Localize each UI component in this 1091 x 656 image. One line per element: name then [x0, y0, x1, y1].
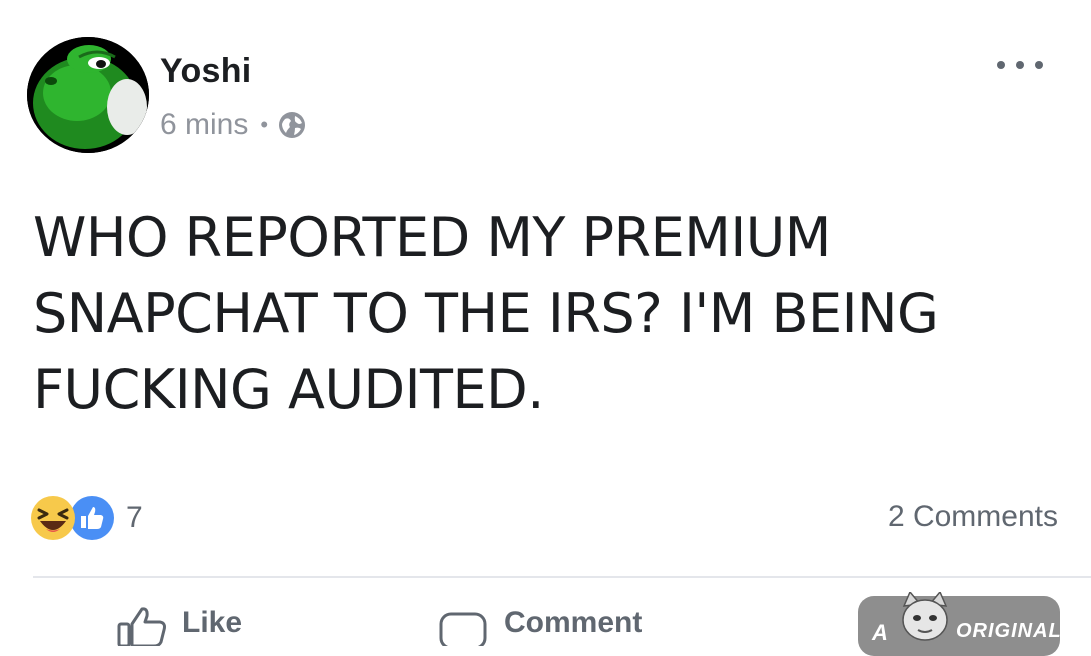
haha-reaction-icon — [30, 495, 76, 541]
comments-count[interactable]: 2 Comments — [888, 500, 1058, 534]
yoshi-avatar-image — [27, 37, 149, 153]
post-timestamp[interactable]: 6 mins — [160, 108, 248, 142]
globe-icon[interactable] — [277, 110, 307, 140]
facebook-post: Yoshi 6 mins • WHO REPORTED MY PREMIUM S… — [0, 0, 1091, 656]
watermark-badge: A ORIGINAL — [858, 592, 1061, 656]
comment-label: Comment — [504, 606, 643, 639]
comment-bubble-icon — [439, 612, 487, 646]
more-dot — [1016, 61, 1024, 69]
more-options-icon[interactable] — [997, 54, 1043, 76]
reaction-count: 7 — [126, 501, 143, 534]
author-name[interactable]: Yoshi — [160, 52, 252, 91]
like-button[interactable]: Like — [116, 606, 242, 646]
post-text-line: WHO REPORTED MY PREMIUM — [33, 206, 831, 269]
like-label: Like — [182, 606, 243, 639]
fox-mascot-icon — [902, 592, 948, 641]
post-meta: 6 mins • — [160, 106, 307, 144]
divider — [33, 576, 1091, 578]
post-text-line: FUCKING AUDITED. — [33, 358, 544, 421]
more-dot — [1035, 61, 1043, 69]
thumbs-up-icon — [117, 607, 166, 646]
watermark-prefix: A — [872, 620, 888, 645]
post-text-line: SNAPCHAT TO THE IRS? I'M BEING — [33, 282, 939, 345]
meta-separator: • — [260, 112, 269, 137]
avatar[interactable] — [27, 37, 149, 153]
post-text: WHO REPORTED MY PREMIUM SNAPCHAT TO THE … — [33, 200, 1053, 428]
reactions-summary[interactable]: 7 — [30, 494, 143, 542]
more-dot — [997, 61, 1005, 69]
comment-button[interactable]: Comment — [438, 606, 642, 646]
